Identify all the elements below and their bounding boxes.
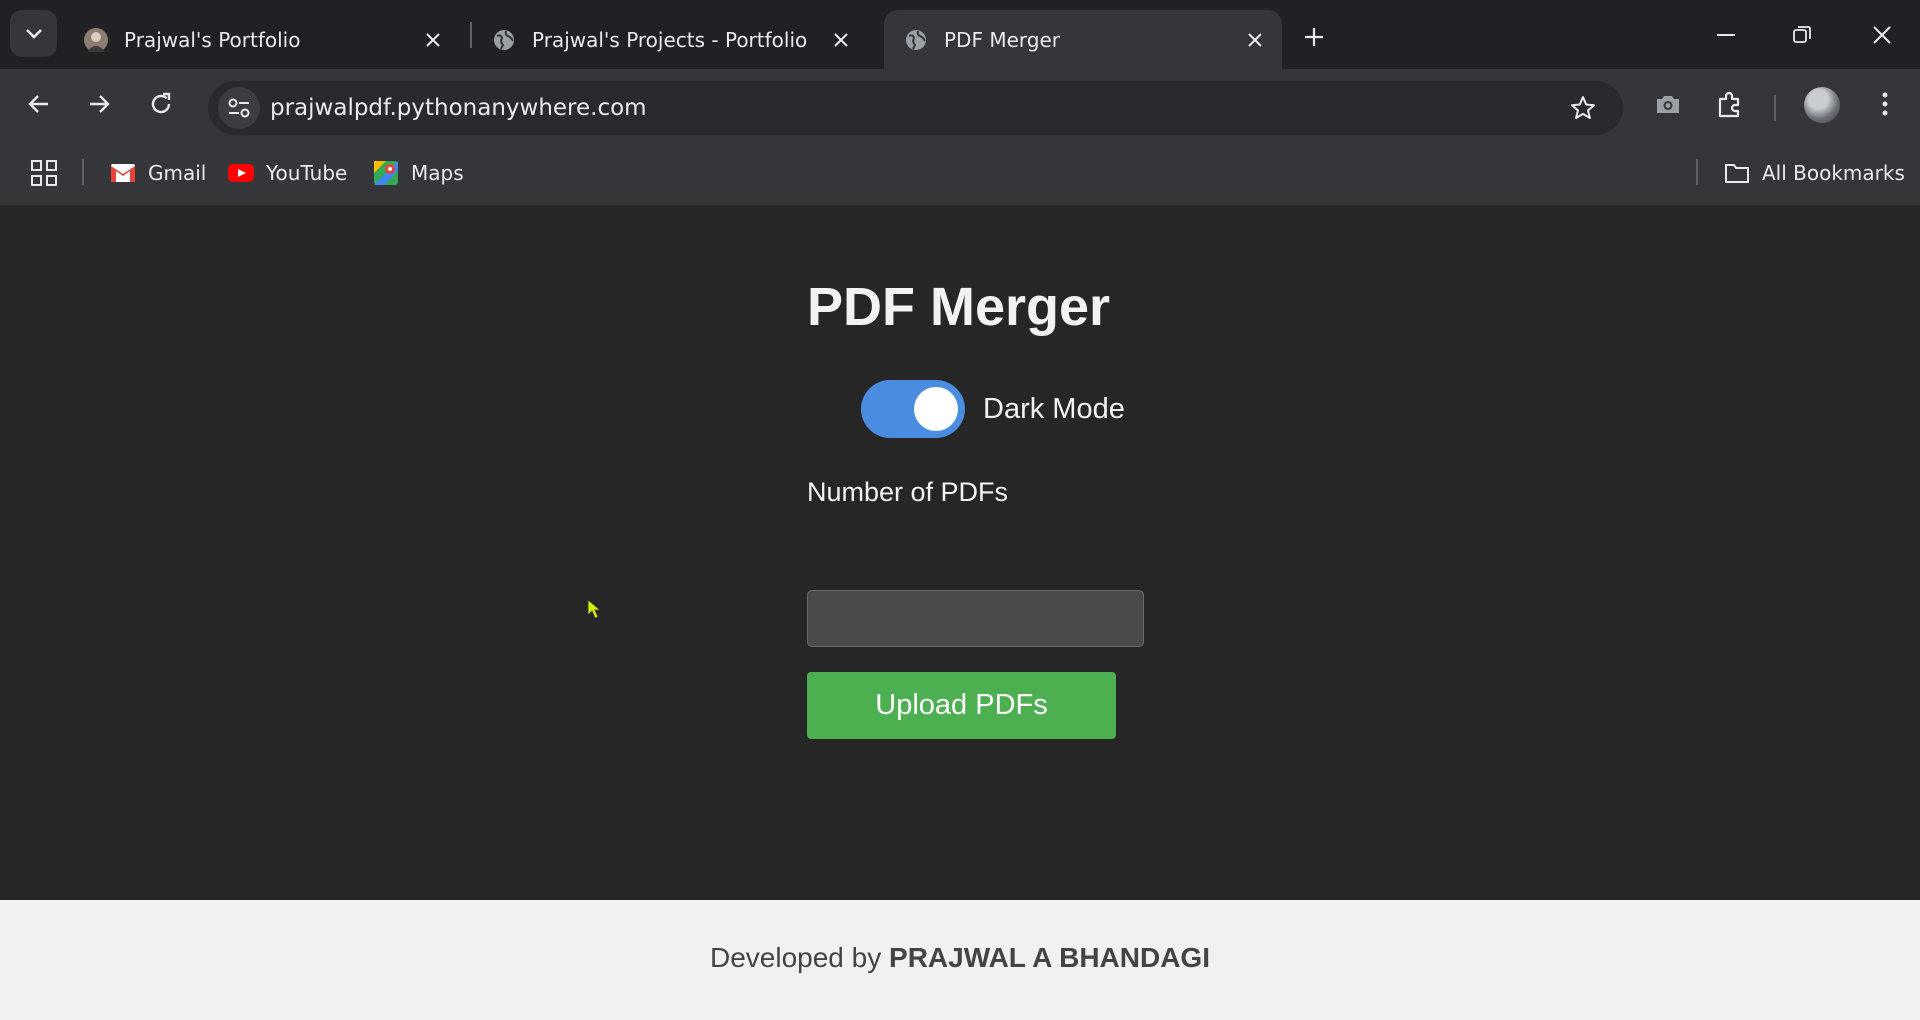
new-tab-button[interactable] [1294,17,1334,57]
extensions-button[interactable] [1709,83,1751,125]
minimize-button[interactable] [1696,10,1756,60]
page-content: PDF Merger Dark Mode Number of PDFs Uplo… [0,206,1920,900]
youtube-icon [228,162,254,184]
bookmark-label: Gmail [148,161,207,185]
footer-credit: Developed by PRAJWAL A BHANDAGI [710,942,1210,974]
profile-favicon-icon [84,27,108,52]
dark-mode-toggle[interactable] [861,380,965,438]
bookmark-maps[interactable]: Maps [373,158,464,188]
maps-icon [373,161,399,185]
url-text[interactable]: prajwalpdf.pythonanywhere.com [270,95,647,121]
dark-mode-toggle-row: Dark Mode [861,380,1125,438]
mouse-cursor-icon [587,599,601,619]
star-icon [1571,96,1595,119]
upload-pdfs-button[interactable]: Upload PDFs [807,672,1116,739]
tab-projects[interactable]: Prajwal's Projects - Portfolio [472,10,868,69]
bookmarks-divider [82,159,84,185]
gmail-icon [110,162,136,184]
tab-title: Prajwal's Projects - Portfolio [532,27,808,52]
bookmark-gmail[interactable]: Gmail [110,158,206,188]
kebab-menu-icon [1882,92,1888,116]
tab-title: PDF Merger [944,27,1060,52]
tab-portfolio[interactable]: Prajwal's Portfolio [64,10,460,69]
bookmarks-bar: Gmail YouTube Maps All Bookmarks [0,139,1920,206]
folder-icon [1724,162,1750,184]
close-icon [1873,26,1891,44]
num-pdfs-label: Number of PDFs [807,477,1009,507]
arrow-left-icon [28,95,48,113]
tab-search-button[interactable] [10,10,57,57]
close-tab-icon[interactable] [418,25,448,55]
tune-icon [228,98,250,118]
footer-prefix: Developed by [710,942,882,973]
screenshot-button[interactable] [1647,83,1689,125]
profile-avatar[interactable] [1804,87,1840,123]
apps-grid-icon[interactable] [30,159,58,187]
toggle-knob [914,387,958,431]
page-footer: Developed by PRAJWAL A BHANDAGI [0,900,1920,1020]
bookmark-star-button[interactable] [1569,94,1597,122]
tab-pdf-merger[interactable]: PDF Merger [884,10,1282,69]
globe-icon [492,28,516,52]
all-bookmarks-button[interactable]: All Bookmarks [1724,158,1905,188]
arrow-right-icon [90,95,110,113]
restore-button[interactable] [1772,10,1832,60]
bookmark-label: YouTube [266,161,348,185]
globe-icon [904,28,928,52]
close-tab-icon[interactable] [826,25,856,55]
plus-icon [1305,28,1323,46]
toolbar-divider [1774,95,1776,121]
minimize-icon [1717,34,1735,36]
bookmark-label: Maps [411,161,464,185]
menu-button[interactable] [1864,83,1906,125]
bookmark-youtube[interactable]: YouTube [228,158,347,188]
merger-form: PDF Merger Dark Mode Number of PDFs Uplo… [807,276,1147,739]
chevron-down-icon [25,28,42,39]
tab-strip: Prajwal's Portfolio Prajwal's Projects -… [0,0,1920,69]
close-window-button[interactable] [1852,10,1912,60]
forward-button[interactable] [76,81,122,127]
footer-developer-name: PRAJWAL A BHANDAGI [889,942,1210,973]
browser-toolbar: prajwalpdf.pythonanywhere.com [0,69,1920,139]
num-pdfs-input[interactable] [807,590,1144,647]
puzzle-icon [1718,91,1740,118]
reload-icon [151,92,171,114]
address-bar[interactable]: prajwalpdf.pythonanywhere.com [208,81,1623,135]
back-button[interactable] [16,81,62,127]
bookmarks-divider [1696,159,1698,185]
camera-icon [1657,96,1679,113]
close-tab-icon[interactable] [1240,25,1270,55]
dark-mode-label: Dark Mode [983,392,1125,425]
tab-title: Prajwal's Portfolio [124,27,301,52]
all-bookmarks-label: All Bookmarks [1762,161,1905,185]
page-title: PDF Merger [807,277,1111,337]
site-info-button[interactable] [218,87,260,129]
restore-icon [1793,26,1811,43]
reload-button[interactable] [138,81,184,127]
